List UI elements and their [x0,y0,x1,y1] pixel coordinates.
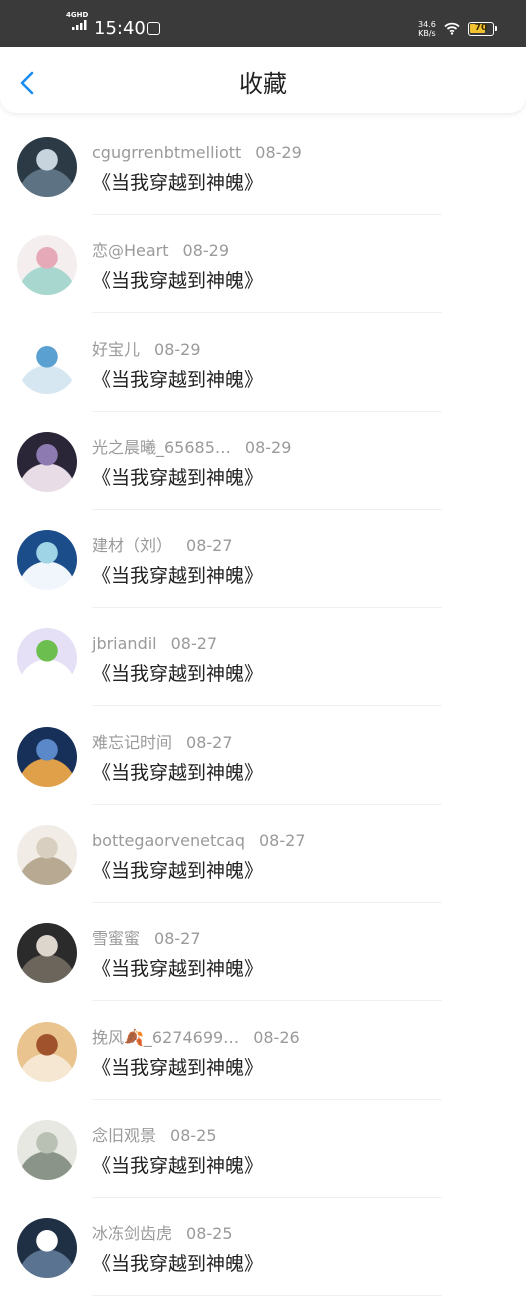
item-meta: cgugrrenbtmelliott 08-29 [92,143,302,163]
item-meta: 挽风🍂_6274699… 08-26 [92,1028,300,1048]
avatar[interactable] [17,923,77,984]
item-meta: 难忘记时间 08-27 [92,733,233,753]
item-title[interactable]: 《当我穿越到神魄》 [92,661,263,687]
list-item[interactable]: bottegaorvenetcaq 08-27 《当我穿越到神魄》 [0,805,526,904]
list-item[interactable]: 念旧观景 08-25 《当我穿越到神魄》 [0,1100,526,1198]
avatar[interactable] [17,137,77,197]
date: 08-27 [170,634,218,654]
date: 08-29 [244,437,292,457]
item-meta: 建材（刘） 08-27 [92,536,233,556]
avatar[interactable] [17,530,77,591]
username[interactable]: cgugrrenbtmelliott [92,143,241,162]
avatar[interactable] [17,825,77,886]
list-item[interactable]: cgugrrenbtmelliott 08-29 《当我穿越到神魄》 [0,117,526,215]
speed-unit: KB/s [418,29,436,38]
battery-tip [495,26,497,31]
avatar[interactable] [17,333,77,394]
favorites-list: cgugrrenbtmelliott 08-29 《当我穿越到神魄》 恋@Heart 0… [0,117,526,1297]
date: 08-27 [186,732,233,752]
avatar[interactable] [17,1119,77,1180]
date: 08-25 [186,1224,233,1244]
item-meta: 好宝儿 08-29 [92,340,201,360]
item-meta: 恋@Heart 08-29 [92,241,229,261]
date: 08-25 [170,1125,217,1145]
date: 08-27 [154,929,201,949]
page-title: 收藏 [239,70,287,98]
username[interactable]: 恋@Heart [92,241,169,260]
avatar[interactable] [17,628,77,689]
list-item[interactable]: 光之晨曦_65685… 08-29 《当我穿越到神魄》 [0,412,526,510]
battery-icon: 70 [468,22,497,36]
header: 收藏 [0,47,526,113]
item-title[interactable]: 《当我穿越到神魄》 [92,1055,263,1081]
item-title[interactable]: 《当我穿越到神魄》 [92,1153,263,1179]
list-item[interactable]: 挽风🍂_6274699… 08-26 《当我穿越到神魄》 [0,1002,526,1100]
item-meta: 念旧观景 08-25 [92,1126,217,1146]
item-meta: 雪蜜蜜 08-27 [92,929,201,949]
avatar[interactable] [17,726,77,787]
item-title[interactable]: 《当我穿越到神魄》 [92,563,263,589]
speed-value: 34.6 [418,20,436,29]
list-item[interactable]: 好宝儿 08-29 《当我穿越到神魄》 [0,314,526,412]
item-title[interactable]: 《当我穿越到神魄》 [92,956,263,982]
battery-level: 70 [474,23,488,33]
list-item[interactable]: 冰冻剑齿虎 08-25 《当我穿越到神魄》 [0,1198,526,1297]
avatar[interactable] [17,1218,77,1279]
item-meta: 光之晨曦_65685… 08-29 [92,438,291,458]
item-title[interactable]: 《当我穿越到神魄》 [92,760,263,786]
date: 08-29 [154,339,201,359]
date: 08-29 [255,143,302,162]
network-type: 4GHD [66,11,89,19]
status-time: 15:40 [94,18,146,39]
list-item[interactable]: 雪蜜蜜 08-27 《当我穿越到神魄》 [0,903,526,1002]
username[interactable]: 难忘记时间 [92,733,172,752]
username[interactable]: 好宝儿 [92,340,140,359]
item-title[interactable]: 《当我穿越到神魄》 [92,1251,263,1277]
wifi-icon [444,22,460,35]
username[interactable]: 建材（刘） [92,536,172,555]
item-title[interactable]: 《当我穿越到神魄》 [92,170,263,196]
divider [92,1295,442,1297]
app-notification-icon [147,22,160,35]
date: 08-26 [253,1027,300,1047]
username[interactable]: 雪蜜蜜 [92,929,140,948]
item-title[interactable]: 《当我穿越到神魄》 [92,268,263,294]
item-meta: bottegaorvenetcaq 08-27 [92,831,306,851]
date: 08-27 [186,536,233,556]
list-item[interactable]: jbriandil 08-27 《当我穿越到神魄》 [0,608,526,707]
status-bar: 4GHD 15:40 34.6 KB/s 70 [0,0,526,47]
username[interactable]: jbriandil [92,634,157,653]
date: 08-29 [182,241,230,261]
username[interactable]: 光之晨曦_65685… [92,438,231,457]
item-title[interactable]: 《当我穿越到神魄》 [92,465,263,491]
item-meta: 冰冻剑齿虎 08-25 [92,1224,233,1244]
username[interactable]: 冰冻剑齿虎 [92,1224,172,1243]
item-title[interactable]: 《当我穿越到神魄》 [92,858,263,884]
date: 08-27 [259,831,306,851]
avatar[interactable] [17,1021,77,1082]
list-item[interactable]: 恋@Heart 08-29 《当我穿越到神魄》 [0,215,526,314]
list-item[interactable]: 建材（刘） 08-27 《当我穿越到神魄》 [0,510,526,609]
username[interactable]: bottegaorvenetcaq [92,831,245,850]
list-item[interactable]: 难忘记时间 08-27 《当我穿越到神魄》 [0,707,526,805]
username[interactable]: 挽风🍂_6274699… [92,1028,239,1047]
network-speed: 34.6 KB/s [418,20,436,38]
item-title[interactable]: 《当我穿越到神魄》 [92,367,263,393]
avatar[interactable] [17,431,77,492]
item-meta: jbriandil 08-27 [92,634,217,654]
avatar[interactable] [17,235,77,296]
username[interactable]: 念旧观景 [92,1126,156,1145]
